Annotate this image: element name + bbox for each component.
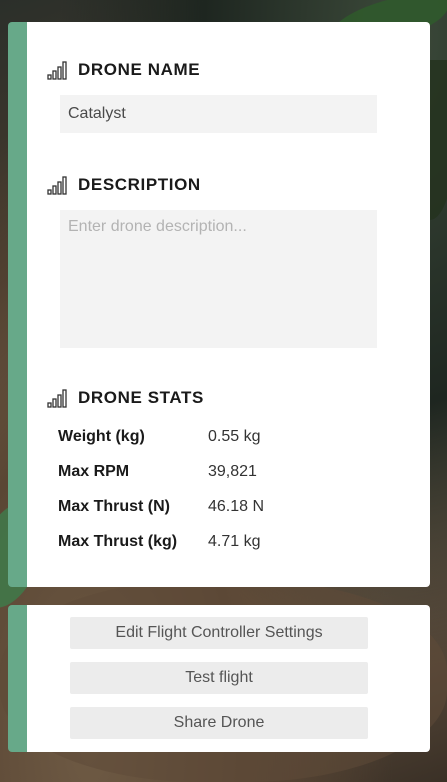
actions-panel: Edit Flight Controller Settings Test fli… — [8, 605, 430, 752]
stat-value: 4.71 kg — [208, 532, 261, 550]
drone-name-heading: DRONE NAME — [78, 60, 201, 79]
signal-bars-icon — [47, 61, 67, 80]
stat-value: 46.18 N — [208, 497, 265, 515]
stat-label: Max Thrust (N) — [58, 497, 170, 515]
stat-row-weight: Weight (kg) 0.55 kg — [58, 419, 264, 454]
description-header: DESCRIPTION — [47, 175, 201, 195]
share-drone-button[interactable]: Share Drone — [70, 707, 368, 739]
edit-flight-controller-button[interactable]: Edit Flight Controller Settings — [70, 617, 368, 649]
drone-details-panel: DRONE NAME DESCRIPTION DRONE STATS Weigh… — [8, 22, 430, 587]
signal-bars-icon — [47, 389, 67, 408]
stat-label: Max RPM — [58, 462, 130, 480]
stats-table: Weight (kg) 0.55 kg Max RPM 39,821 Max T… — [58, 419, 264, 559]
drone-name-input[interactable] — [60, 95, 377, 133]
test-flight-button[interactable]: Test flight — [70, 662, 368, 694]
stat-value: 39,821 — [208, 462, 257, 480]
stat-row-max-rpm: Max RPM 39,821 — [58, 454, 264, 489]
drone-name-header: DRONE NAME — [47, 60, 200, 80]
drone-stats-heading: DRONE STATS — [78, 388, 204, 407]
stat-row-max-thrust-kg: Max Thrust (kg) 4.71 kg — [58, 524, 264, 559]
stat-row-max-thrust-n: Max Thrust (N) 46.18 N — [58, 489, 264, 524]
description-heading: DESCRIPTION — [78, 175, 201, 194]
drone-stats-header: DRONE STATS — [47, 388, 204, 408]
stat-value: 0.55 kg — [208, 427, 261, 445]
signal-bars-icon — [47, 176, 67, 195]
stat-label: Weight (kg) — [58, 427, 145, 445]
description-textarea[interactable] — [60, 210, 377, 348]
stat-label: Max Thrust (kg) — [58, 532, 178, 550]
